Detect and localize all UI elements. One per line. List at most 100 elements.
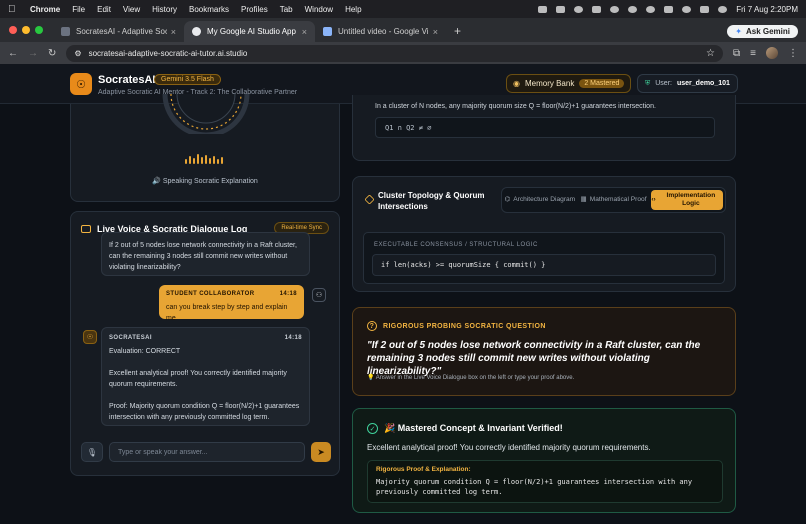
tab-label: Architecture Diagram (513, 196, 576, 203)
topology-title: Cluster Topology & Quorum Intersections (378, 191, 485, 211)
back-icon[interactable]: ← (8, 48, 18, 59)
browser-tab-google-vids[interactable]: Untitled video - Google Vids × (315, 21, 446, 42)
user-timestamp: 14:18 (279, 291, 297, 297)
play-icon[interactable] (646, 5, 656, 13)
code-line: if len(acks) >= quorumSize { commit() } (372, 254, 716, 276)
menu-app-name[interactable]: Chrome (30, 5, 60, 14)
bookmark-star-icon[interactable]: ☆ (706, 48, 715, 59)
user-prefix: User: (655, 80, 672, 87)
ask-gemini-button[interactable]: ✦ Ask Gemini (727, 25, 798, 38)
url-text[interactable]: socratesai-adaptive-socratic-ai-tutor.ai… (89, 49, 699, 58)
probing-question-panel: ? RIGOROUS PROBING SOCRATIC QUESTION "If… (352, 307, 736, 396)
menu-tab[interactable]: Tab (280, 5, 293, 14)
tab-mathematical-proof[interactable]: ▦ Mathematical Proof (578, 190, 650, 210)
quorum-statement: In a cluster of N nodes, any majority qu… (375, 103, 656, 110)
battery-icon[interactable] (592, 5, 602, 13)
memory-bank-icon: ◉ (513, 79, 520, 88)
microphone-icon: 🎙 (86, 447, 98, 457)
voice-level-bar (209, 158, 211, 164)
reload-icon[interactable]: ↻ (48, 48, 56, 59)
record-icon[interactable] (574, 5, 584, 13)
memory-bank-button[interactable]: ◉ Memory Bank 2 Mastered (506, 74, 632, 93)
send-icon: ➤ (317, 446, 325, 457)
new-tab-icon[interactable]: + (446, 24, 469, 42)
tab-favicon-icon (192, 27, 201, 36)
voice-visualizer-panel: 🔊 Speaking Socratic Explanation (70, 94, 340, 202)
apple-icon[interactable]:  (8, 4, 18, 15)
close-tab-icon[interactable]: × (302, 27, 307, 37)
gemini-sparkle-icon: ✦ (735, 27, 742, 36)
menu-view[interactable]: View (123, 5, 140, 14)
siri-icon[interactable] (718, 5, 728, 13)
probing-question-text: "If 2 out of 5 nodes lose network connec… (367, 340, 701, 377)
mastered-message: Excellent analytical proof! You correctl… (367, 443, 651, 452)
chat-icon (81, 225, 91, 233)
tab-label: Implementation Logic (666, 192, 716, 207)
tab-favicon-icon (61, 27, 70, 36)
architecture-icon: ⌬ (504, 196, 511, 203)
ai-message-bubble: If 2 out of 5 nodes lose network connect… (101, 232, 310, 276)
menu-bookmarks[interactable]: Bookmarks (189, 5, 229, 14)
extensions-icon[interactable]: ⧉ (733, 48, 740, 59)
user-pill[interactable]: ⛨ User: user_demo_101 (637, 74, 738, 93)
proof-box: Rigorous Proof & Explanation: Majority q… (367, 460, 723, 503)
address-bar[interactable]: ⚙ socratesai-adaptive-socratic-ai-tutor.… (66, 44, 724, 62)
close-tab-icon[interactable]: × (433, 27, 438, 37)
menu-profiles[interactable]: Profiles (241, 5, 268, 14)
tab-title: Untitled video - Google Vids (338, 27, 429, 36)
ai-label: SOCRATESAI (109, 335, 152, 341)
profile-avatar[interactable] (766, 47, 778, 59)
search-icon[interactable] (682, 5, 692, 13)
browser-toolbar: ← → ↻ ⚙ socratesai-adaptive-socratic-ai-… (0, 42, 806, 64)
browser-tab-ai-studio[interactable]: My Google AI Studio App × (184, 21, 315, 42)
voice-level-bar (213, 156, 215, 164)
tab-implementation-logic[interactable]: ‹› Implementation Logic (651, 190, 724, 210)
control-center-icon[interactable] (700, 5, 710, 13)
voice-orb (162, 94, 250, 134)
more-options-icon[interactable]: ⋮ (788, 48, 798, 59)
answer-input[interactable] (109, 442, 305, 462)
user-message-text: can you break step by step and explain m… (166, 304, 288, 322)
user-avatar-icon: ⚇ (312, 288, 326, 302)
voice-level-bars (185, 154, 223, 164)
ai-evaluation-bubble: SOCRATESAI 14:18 Evaluation: CORRECT Exc… (101, 327, 310, 426)
probing-question-header: ? RIGOROUS PROBING SOCRATIC QUESTION (367, 321, 546, 331)
menu-edit[interactable]: Edit (97, 5, 111, 14)
proof-label: Rigorous Proof & Explanation: (376, 466, 471, 473)
menu-window[interactable]: Window (305, 5, 333, 14)
close-window-icon[interactable] (9, 26, 17, 34)
maximize-window-icon[interactable] (35, 26, 43, 34)
tab-architecture-diagram[interactable]: ⌬ Architecture Diagram (504, 190, 576, 210)
browser-tab-socratesai[interactable]: SocratesAI - Adaptive Socrat × (53, 21, 184, 42)
forward-icon[interactable]: → (28, 48, 38, 59)
user-message-bubble: STUDENT COLLABORATOR 14:18 can you break… (159, 285, 304, 322)
cloud-icon[interactable] (538, 5, 548, 13)
media-icon[interactable]: ≡ (750, 48, 756, 59)
minimize-window-icon[interactable] (22, 26, 30, 34)
menu-clock[interactable]: Fri 7 Aug 2:20PM (736, 5, 798, 14)
menu-file[interactable]: File (72, 5, 85, 14)
menu-help[interactable]: Help (345, 5, 361, 14)
layers-icon (364, 194, 375, 205)
browser-tab-strip: SocratesAI - Adaptive Socrat × My Google… (0, 18, 806, 42)
question-icon: ? (367, 321, 377, 331)
probing-question-label: RIGOROUS PROBING SOCRATIC QUESTION (383, 322, 546, 330)
menu-history[interactable]: History (152, 5, 177, 14)
microphone-button[interactable]: 🎙 (81, 442, 103, 462)
voice-level-bar (221, 157, 223, 164)
mastered-title: 🎉 Mastered Concept & Invariant Verified! (384, 423, 563, 433)
memory-bank-label: Memory Bank (524, 79, 575, 88)
close-tab-icon[interactable]: × (171, 27, 176, 37)
audio-icon[interactable] (556, 5, 566, 13)
status-icons: Fri 7 Aug 2:20PM (538, 5, 798, 14)
cluster-topology-panel: Cluster Topology & Quorum Intersections … (352, 176, 736, 292)
mastered-count-badge: 2 Mastered (579, 79, 625, 88)
wifi-icon[interactable] (610, 5, 620, 13)
macos-menu-bar:  Chrome File Edit View History Bookmark… (0, 0, 806, 18)
send-button[interactable]: ➤ (311, 442, 331, 462)
clock-icon[interactable] (628, 5, 638, 13)
tab-label: Mathematical Proof (589, 196, 647, 203)
mastered-concept-panel: ✓ 🎉 Mastered Concept & Invariant Verifie… (352, 408, 736, 513)
site-settings-icon[interactable]: ⚙ (74, 49, 81, 58)
lang-icon[interactable] (664, 5, 674, 13)
